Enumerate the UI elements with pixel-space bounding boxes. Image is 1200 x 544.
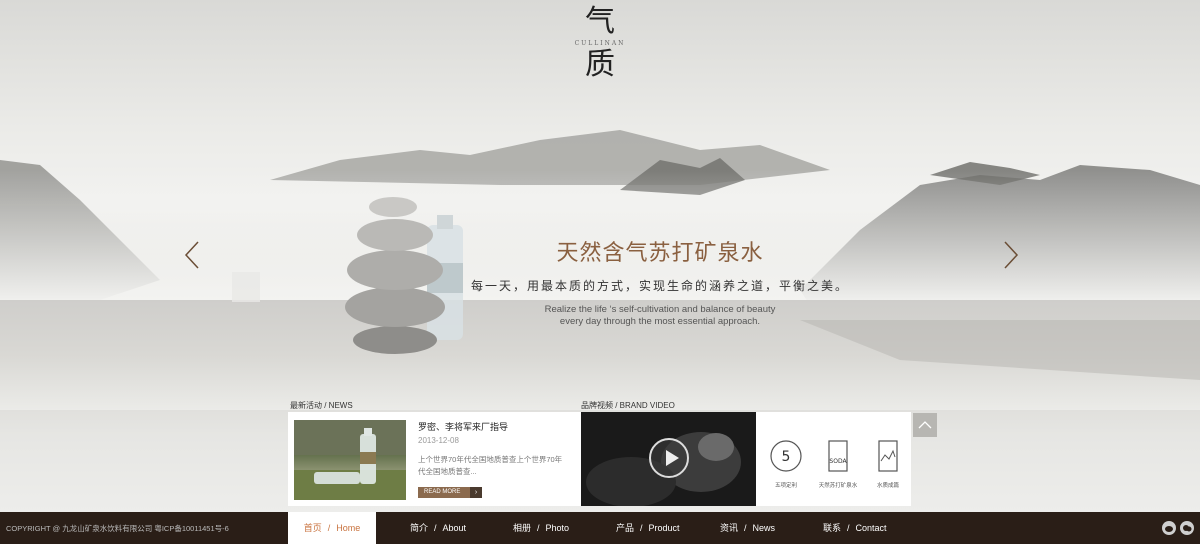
nav-about-cn: 简介 — [410, 523, 429, 533]
nav-separator: / — [640, 523, 643, 533]
logo-bottom-char: 质 — [585, 47, 615, 82]
copyright-text: COPYRIGHT @ 九龙山矿泉水饮料有限公司 粤ICP备10011451号-… — [6, 524, 229, 533]
nav-product-cn: 产品 — [616, 523, 635, 533]
nav-contact[interactable]: 联系 / Contact — [823, 512, 887, 544]
news-title[interactable]: 罗密、李将军来厂指导 — [418, 420, 508, 433]
chevron-left-icon — [184, 241, 199, 269]
nav-contact-en: Contact — [855, 523, 887, 533]
nav-about[interactable]: 简介 / About — [410, 512, 466, 544]
logo-en: CULLINAN — [574, 40, 626, 47]
play-icon[interactable] — [649, 438, 689, 478]
hero-headline: 天然含气苏打矿泉水 每一天，用最本质的方式，实现生命的涵养之道，平衡之美。 Re… — [470, 235, 850, 328]
nav-separator: / — [847, 523, 850, 533]
news-section-label: 最新活动 / NEWS — [290, 401, 353, 410]
news-card[interactable]: 罗密、李将军来厂指导 2013-12-08 上个世界70年代全国地质普查上个世界… — [288, 412, 581, 506]
hero-subtitle: 每一天，用最本质的方式，实现生命的涵养之道，平衡之美。 — [470, 279, 849, 293]
badge-soda-caption: 天然苏打矿泉水 — [818, 483, 858, 489]
wechat-icon[interactable] — [1180, 521, 1194, 535]
badge-five-caption: 五项定利 — [774, 483, 797, 489]
read-more-button[interactable]: READ MORE › — [418, 487, 482, 498]
hero-title: 天然含气苏打矿泉水 — [556, 241, 764, 266]
hero-en-line1: Realize the life ‘s self-cultivation and… — [544, 304, 776, 315]
slider-next-button[interactable] — [995, 240, 1025, 270]
hero-banner: 气 CULLINAN 质 天然含气苏打矿泉水 每一天，用最本质的方式，实现生命的… — [0, 0, 1200, 512]
news-description: 上个世界70年代全国地质普查上个世界70年代全国地质普查... — [418, 455, 563, 476]
chevron-up-icon — [918, 421, 932, 429]
brand-badges: 5 五项定利 SODA 天然苏打矿泉水 水质成篇 — [756, 412, 911, 506]
nav-separator: / — [744, 523, 747, 533]
nav-home[interactable]: 首页 / Home — [288, 512, 376, 544]
nav-separator: / — [434, 523, 437, 533]
nav-news-cn: 资讯 — [720, 523, 739, 533]
footer-bar: COPYRIGHT @ 九龙山矿泉水饮料有限公司 粤ICP备10011451号-… — [0, 512, 1200, 544]
chevron-right-icon — [1004, 241, 1019, 269]
weibo-icon[interactable] — [1162, 521, 1176, 535]
hero-en-line2: every day through the most essential app… — [559, 316, 761, 327]
nav-news[interactable]: 资讯 / News — [720, 512, 775, 544]
scroll-up-button[interactable] — [913, 413, 937, 437]
badge-five: 5 五项定利 — [764, 439, 808, 489]
nav-home-cn: 首页 — [303, 523, 322, 533]
news-date: 2013-12-08 — [418, 436, 459, 445]
badge-quality-icon — [878, 440, 898, 472]
nav-separator: / — [327, 523, 331, 533]
arrow-right-icon: › — [470, 487, 482, 498]
badge-soda-text: SODA — [829, 458, 847, 465]
nav-photo-cn: 相册 — [513, 523, 532, 533]
badge-five-icon: 5 — [770, 440, 802, 472]
nav-product[interactable]: 产品 / Product — [616, 512, 680, 544]
news-thumbnail[interactable] — [294, 420, 406, 500]
stones-bottle-image — [335, 195, 485, 360]
badge-quality: 水质成篇 — [866, 439, 910, 489]
brand-video[interactable] — [581, 412, 756, 506]
nav-news-en: News — [752, 523, 776, 533]
read-more-label: READ MORE — [424, 489, 461, 495]
nav-about-en: About — [442, 523, 467, 533]
badge-soda-icon: SODA — [828, 440, 848, 472]
svg-text:5: 5 — [782, 449, 791, 465]
slider-prev-button[interactable] — [178, 240, 208, 270]
nav-separator: / — [537, 523, 540, 533]
nav-photo-en: Photo — [545, 523, 570, 533]
nav-product-en: Product — [648, 523, 680, 533]
nav-contact-cn: 联系 — [823, 523, 842, 533]
video-section-label: 品牌视频 / BRAND VIDEO — [581, 401, 675, 410]
logo-top-char: 气 — [585, 4, 615, 39]
badge-soda: SODA 天然苏打矿泉水 — [816, 439, 860, 489]
nav-photo[interactable]: 相册 / Photo — [513, 512, 569, 544]
nav-home-en: Home — [336, 523, 361, 533]
logo[interactable]: 气 CULLINAN 质 — [570, 6, 630, 81]
badge-quality-caption: 水质成篇 — [876, 483, 899, 489]
